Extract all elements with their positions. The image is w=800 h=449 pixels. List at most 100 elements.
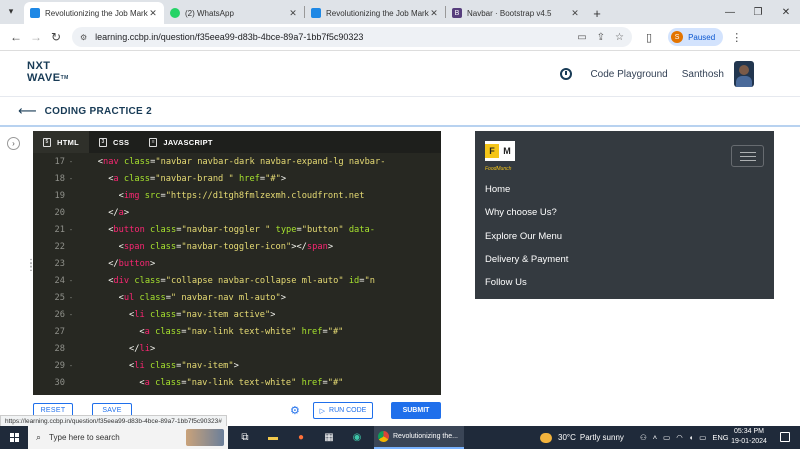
- browser-tab-4[interactable]: B Navbar · Bootstrap v4.5 ✕: [446, 2, 586, 24]
- battery-icon[interactable]: ▭: [699, 433, 706, 442]
- side-panel-icon[interactable]: ▯: [646, 31, 652, 44]
- bookmark-star-icon[interactable]: ☆: [615, 32, 624, 43]
- taskbar-clock[interactable]: 05:34 PM 19-01-2024: [726, 427, 772, 447]
- code-line[interactable]: 29- <li class="nav-item">: [33, 357, 441, 374]
- expand-panel-button[interactable]: ›: [7, 137, 20, 150]
- address-bar[interactable]: ⚙ learning.ccbp.in/question/f35eea99-d83…: [72, 27, 632, 47]
- tab-title: Revolutionizing the Job Market: [45, 8, 148, 18]
- firefox-icon[interactable]: ●: [290, 426, 312, 449]
- address-url[interactable]: learning.ccbp.in/question/f35eea99-d83b-…: [95, 32, 567, 42]
- code-line[interactable]: 24- <div class="collapse navbar-collapse …: [33, 272, 441, 289]
- tab-search-icon[interactable]: ▾: [4, 4, 18, 18]
- nav-link-delivery-payment[interactable]: Delivery & Payment: [485, 248, 568, 271]
- code-line[interactable]: 23 </button>: [33, 255, 441, 272]
- fold-toggle-icon[interactable]: -: [65, 277, 77, 285]
- forward-icon[interactable]: →: [26, 27, 46, 47]
- run-code-button[interactable]: ▷ RUN CODE: [313, 402, 373, 419]
- code-line[interactable]: 20 </a>: [33, 204, 441, 221]
- code-text[interactable]: <ul class=" navbar-nav ml-auto">: [77, 293, 286, 303]
- nav-link-follow-us[interactable]: Follow Us: [485, 271, 568, 294]
- fold-toggle-icon[interactable]: -: [65, 311, 77, 319]
- browser-tab-2[interactable]: (2) WhatsApp ✕: [164, 2, 304, 24]
- code-text[interactable]: <span class="navbar-toggler-icon"></span…: [77, 242, 333, 252]
- back-arrow-icon[interactable]: ⟵: [18, 103, 37, 119]
- tab-css[interactable]: 3 CSS: [89, 131, 139, 153]
- close-tab-icon[interactable]: ✕: [570, 8, 580, 19]
- code-line[interactable]: 30 <a class="nav-link text-white" href="#…: [33, 374, 441, 391]
- menu-kebab-icon[interactable]: ⋮: [731, 31, 742, 44]
- nav-link-explore-menu[interactable]: Explore Our Menu: [485, 225, 568, 248]
- browser-tab-1[interactable]: Revolutionizing the Job Market ✕: [24, 2, 164, 24]
- media-app-icon[interactable]: ▦: [318, 426, 340, 449]
- chevron-up-icon[interactable]: ˄: [653, 433, 657, 442]
- code-text[interactable]: <nav class="navbar navbar-dark navbar-ex…: [77, 157, 386, 167]
- browser-tab-3[interactable]: Revolutionizing the Job Market ✕: [305, 2, 445, 24]
- camera-icon[interactable]: ▭: [663, 433, 670, 442]
- code-line[interactable]: 25- <ul class=" navbar-nav ml-auto">: [33, 289, 441, 306]
- wifi-icon[interactable]: ◠: [676, 433, 683, 442]
- nav-link-why-choose-us[interactable]: Why choose Us?: [485, 201, 568, 224]
- minimize-icon[interactable]: —: [716, 0, 744, 24]
- code-text[interactable]: </button>: [77, 259, 155, 269]
- code-line[interactable]: 27 <a class="nav-link text-white" href="#…: [33, 323, 441, 340]
- code-editor[interactable]: 5 HTML 3 CSS ≡ JAVASCRIPT 17- <nav class=…: [33, 131, 441, 395]
- timer-icon[interactable]: [560, 68, 573, 80]
- nav-link-home[interactable]: Home: [485, 178, 568, 201]
- tab-html[interactable]: 5 HTML: [33, 131, 90, 153]
- weather-widget[interactable]: 30°C Partly sunny: [540, 426, 624, 449]
- restore-icon[interactable]: ❐: [744, 0, 772, 24]
- nxtwave-logo[interactable]: NXT WAVETM: [27, 60, 69, 84]
- back-icon[interactable]: ←: [6, 27, 26, 47]
- code-line[interactable]: 19 <img src="https://d1tgh8fmlzexmh.cloud…: [33, 187, 441, 204]
- foodmunch-logo[interactable]: F M FoodMunch: [485, 141, 517, 175]
- close-tab-icon[interactable]: ✕: [429, 8, 439, 19]
- code-text[interactable]: <a class="navbar-brand " href="#">: [77, 174, 286, 184]
- navbar-toggler-button[interactable]: [731, 145, 764, 167]
- close-tab-icon[interactable]: ✕: [288, 8, 298, 19]
- chrome-taskbar-item[interactable]: Revolutionizing the...: [374, 426, 464, 449]
- new-tab-button[interactable]: +: [586, 2, 608, 24]
- share-icon[interactable]: ⇪: [597, 32, 605, 43]
- fold-toggle-icon[interactable]: -: [65, 158, 77, 166]
- code-line[interactable]: 28 </li>: [33, 340, 441, 357]
- fold-toggle-icon[interactable]: -: [65, 175, 77, 183]
- code-line[interactable]: 18- <a class="navbar-brand " href="#">: [33, 170, 441, 187]
- start-button[interactable]: [0, 426, 28, 449]
- code-playground-link[interactable]: Code Playground: [590, 69, 667, 80]
- line-number: 24: [54, 275, 65, 286]
- code-text[interactable]: <img src="https://d1tgh8fmlzexmh.cloudfr…: [77, 191, 365, 201]
- edge-icon[interactable]: ◉: [346, 426, 368, 449]
- task-view-icon[interactable]: ⧉: [234, 426, 256, 449]
- notification-icon[interactable]: [780, 432, 790, 442]
- file-explorer-icon[interactable]: ▬: [262, 426, 284, 449]
- fold-toggle-icon[interactable]: -: [65, 362, 77, 370]
- close-window-icon[interactable]: ✕: [772, 0, 800, 24]
- code-line[interactable]: 22 <span class="navbar-toggler-icon"></sp…: [33, 238, 441, 255]
- close-tab-icon[interactable]: ✕: [148, 8, 158, 19]
- settings-gear-icon[interactable]: ⚙: [290, 404, 300, 417]
- reload-icon[interactable]: ↻: [46, 27, 66, 47]
- code-text[interactable]: </a>: [77, 208, 129, 218]
- submit-button[interactable]: SUBMIT: [391, 402, 441, 419]
- code-text[interactable]: <a class="nav-link text-white" href="#": [77, 378, 343, 388]
- fold-toggle-icon[interactable]: -: [65, 294, 77, 302]
- code-text[interactable]: <button class="navbar-toggler " type="bu…: [77, 225, 375, 235]
- fold-toggle-icon[interactable]: -: [65, 226, 77, 234]
- code-text[interactable]: <li class="nav-item active">: [77, 310, 275, 320]
- code-text[interactable]: </li>: [77, 344, 155, 354]
- profile-paused-button[interactable]: S Paused: [668, 28, 724, 46]
- cast-icon[interactable]: ▭: [577, 32, 586, 43]
- avatar[interactable]: [734, 61, 754, 87]
- code-lines[interactable]: 17- <nav class="navbar navbar-dark navbar…: [33, 153, 441, 391]
- taskbar-search-input[interactable]: ⌕ Type here to search: [28, 426, 228, 449]
- people-icon[interactable]: ⚇: [640, 433, 647, 442]
- code-text[interactable]: <a class="nav-link text-white" href="#": [77, 327, 343, 337]
- site-info-icon[interactable]: ⚙: [80, 33, 87, 42]
- code-text[interactable]: <li class="nav-item">: [77, 361, 239, 371]
- tab-javascript[interactable]: ≡ JAVASCRIPT: [139, 131, 222, 153]
- code-line[interactable]: 17- <nav class="navbar navbar-dark navbar…: [33, 153, 441, 170]
- code-line[interactable]: 21- <button class="navbar-toggler " type=…: [33, 221, 441, 238]
- volume-icon[interactable]: ◖: [689, 433, 694, 442]
- code-text[interactable]: <div class="collapse navbar-collapse ml-…: [77, 276, 375, 286]
- code-line[interactable]: 26- <li class="nav-item active">: [33, 306, 441, 323]
